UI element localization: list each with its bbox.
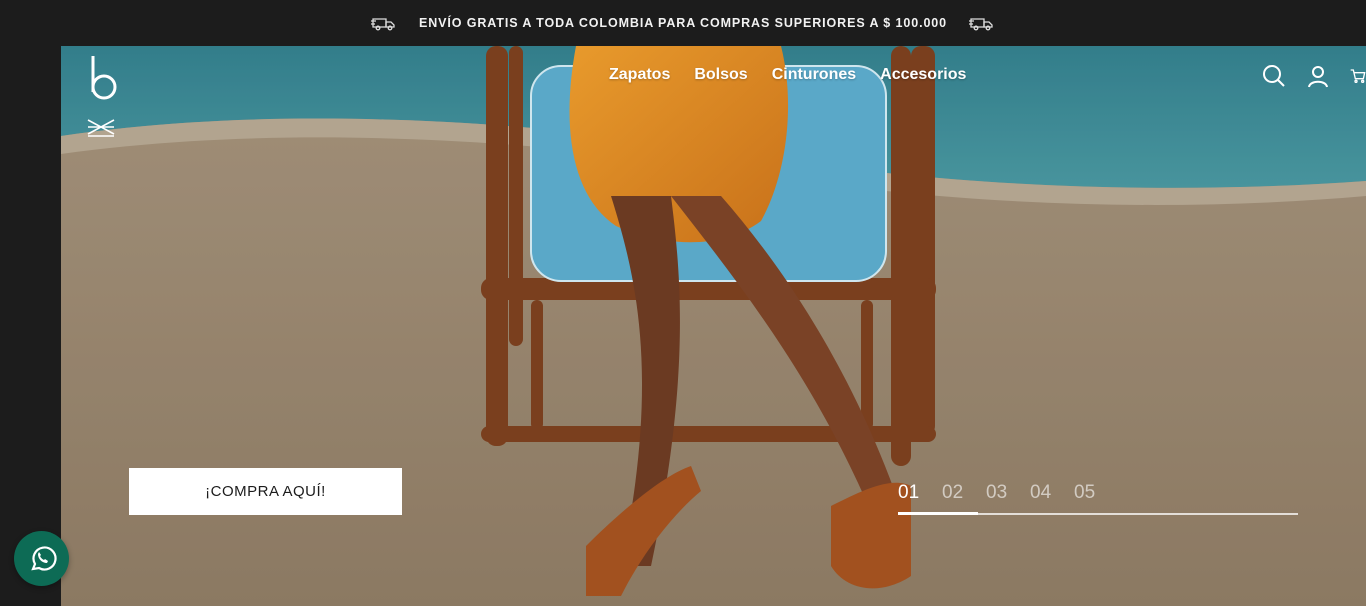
slide-number[interactable]: 01: [898, 482, 942, 504]
slide-progress-fill: [898, 512, 978, 515]
hero-image: [61, 46, 1366, 606]
announcement-bar: ENVÍO GRATIS A TODA COLOMBIA PARA COMPRA…: [0, 0, 1366, 46]
whatsapp-button[interactable]: [14, 531, 69, 586]
nav-item-bolsos[interactable]: Bolsos: [694, 66, 747, 84]
shop-now-button[interactable]: ¡COMPRA AQUÍ!: [129, 468, 402, 515]
cart-icon[interactable]: [1350, 64, 1366, 88]
brand-logo[interactable]: [87, 54, 119, 102]
slide-pager: 01 02 03 04 05: [898, 482, 1298, 516]
nav-item-zapatos[interactable]: Zapatos: [609, 66, 670, 84]
nav-item-cinturones[interactable]: Cinturones: [772, 66, 856, 84]
slide-number[interactable]: 04: [1030, 482, 1074, 504]
truck-icon: [370, 15, 397, 31]
main-nav: Zapatos Bolsos Cinturones Accesorios: [609, 66, 966, 84]
header-actions: [1262, 64, 1366, 88]
menu-toggle-icon[interactable]: [86, 116, 116, 138]
announcement-text: ENVÍO GRATIS A TODA COLOMBIA PARA COMPRA…: [418, 16, 948, 30]
hero-banner: Zapatos Bolsos Cinturones Accesorios ¡CO…: [61, 46, 1366, 606]
search-icon[interactable]: [1262, 64, 1286, 88]
slide-number[interactable]: 02: [942, 482, 986, 504]
slide-number[interactable]: 05: [1074, 482, 1118, 504]
truck-icon: [969, 15, 995, 31]
account-icon[interactable]: [1306, 64, 1330, 88]
slide-number[interactable]: 03: [986, 482, 1030, 504]
nav-item-accesorios[interactable]: Accesorios: [880, 66, 966, 84]
whatsapp-icon: [30, 545, 57, 571]
